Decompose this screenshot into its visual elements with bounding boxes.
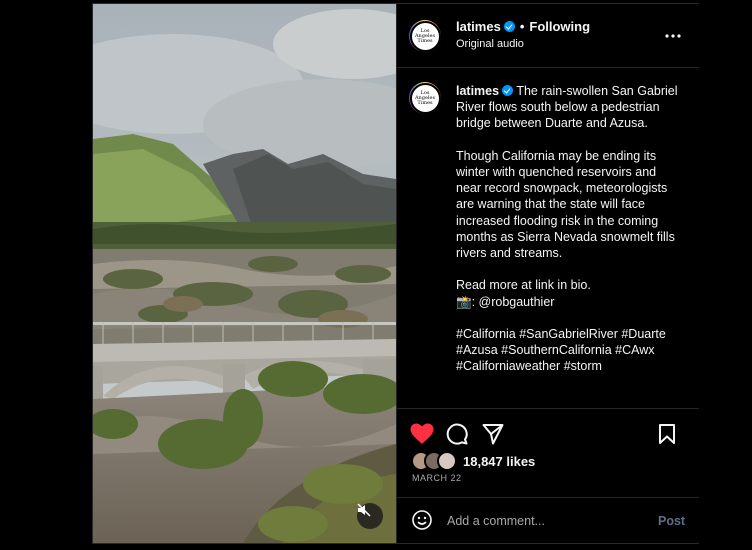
separator-dot: •: [519, 19, 525, 34]
audio-link[interactable]: Original audio: [456, 38, 524, 50]
comment-button[interactable]: [444, 421, 470, 447]
share-button[interactable]: [480, 421, 506, 447]
comment-bar: Post: [397, 497, 699, 544]
save-button[interactable]: [654, 421, 680, 447]
verified-badge-icon: [503, 21, 515, 32]
caption-text: The rain-swollen San Gabriel River flows…: [456, 84, 678, 374]
post-header: Los Angeles Times latimes • Following Origin…: [397, 4, 699, 68]
account-line: latimes • Following: [456, 19, 590, 34]
bookmark-icon: [659, 424, 675, 444]
video-player[interactable]: [93, 4, 396, 543]
following-button[interactable]: Following: [529, 19, 590, 34]
river-video-frame: [93, 4, 396, 543]
share-icon: [482, 424, 504, 445]
latimes-logo: Los Angeles Times: [409, 82, 441, 114]
likes-row[interactable]: 18,847 likes: [411, 451, 535, 471]
post-caption: latimes The rain-swollen San Gabriel Riv…: [456, 83, 681, 375]
caption-avatar[interactable]: Los Angeles Times: [409, 82, 441, 114]
username-link[interactable]: latimes: [456, 19, 501, 34]
post-actions: 18,847 likes MARCH 22: [397, 408, 699, 499]
more-options-icon: [665, 34, 681, 38]
post-details-panel: Los Angeles Times latimes • Following Origin…: [396, 4, 699, 543]
post-modal: Los Angeles Times latimes • Following Origin…: [92, 3, 699, 544]
caption-username-link[interactable]: latimes: [456, 84, 499, 98]
post-date[interactable]: MARCH 22: [412, 473, 462, 483]
comment-icon: [446, 423, 468, 445]
account-avatar[interactable]: Los Angeles Times: [409, 20, 441, 52]
liker-avatar: [437, 451, 457, 471]
caption-section: Los Angeles Times latimes The rain-swollen…: [397, 68, 699, 408]
verified-badge-icon: [502, 85, 514, 96]
post-comment-button[interactable]: Post: [658, 514, 685, 528]
latimes-logo: Los Angeles Times: [409, 20, 441, 52]
like-button[interactable]: [409, 421, 435, 447]
emoji-button[interactable]: [412, 510, 432, 535]
speaker-muted-icon: [357, 503, 371, 517]
heart-icon: [410, 423, 434, 444]
emoji-icon: [412, 510, 432, 530]
comment-input[interactable]: [447, 511, 637, 531]
mute-button[interactable]: [357, 503, 383, 529]
more-options-button[interactable]: [665, 25, 681, 43]
likes-count[interactable]: 18,847 likes: [463, 454, 535, 469]
